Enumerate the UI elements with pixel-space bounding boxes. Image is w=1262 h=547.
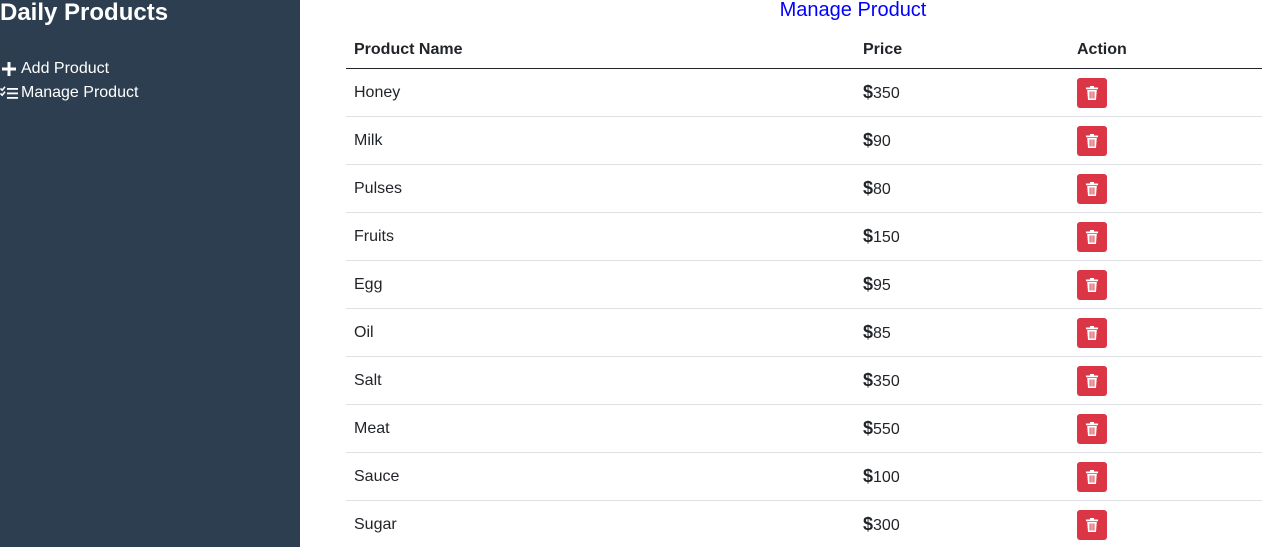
delete-button[interactable] (1077, 510, 1107, 540)
delete-button[interactable] (1077, 414, 1107, 444)
currency-symbol: $ (863, 178, 874, 198)
action-cell (1069, 260, 1262, 309)
trash-icon (1086, 422, 1098, 436)
nav-item-manage-product[interactable]: Manage Product (0, 81, 138, 105)
table-row: Oil $85 (346, 308, 1262, 357)
product-name-cell: Salt (346, 356, 855, 405)
currency-symbol: $ (863, 370, 874, 390)
product-name-cell: Pulses (346, 164, 855, 213)
product-name-cell: Fruits (346, 212, 855, 261)
price-value: 90 (873, 133, 891, 150)
price-cell: $100 (855, 452, 1069, 501)
currency-symbol: $ (863, 82, 874, 102)
price-cell: $90 (855, 116, 1069, 165)
sidebar-nav: Add Product Manage Product (0, 57, 138, 105)
currency-symbol: $ (863, 322, 874, 342)
delete-button[interactable] (1077, 462, 1107, 492)
price-value: 85 (873, 325, 891, 342)
delete-button[interactable] (1077, 318, 1107, 348)
brand-title: Daily Products (0, 0, 169, 26)
price-value: 150 (873, 229, 900, 246)
delete-button[interactable] (1077, 174, 1107, 204)
nav-item-add-product[interactable]: Add Product (0, 57, 138, 81)
delete-button[interactable] (1077, 126, 1107, 156)
product-name-cell: Egg (346, 260, 855, 309)
table-row: Egg $95 (346, 260, 1262, 309)
price-value: 350 (873, 373, 900, 390)
product-name-cell: Sugar (346, 500, 855, 547)
table-body: Honey $350 Milk $90 Pulses $80 Fruits $150 Egg $9… (346, 68, 1262, 547)
delete-button[interactable] (1077, 270, 1107, 300)
price-value: 350 (873, 85, 900, 102)
price-cell: $85 (855, 308, 1069, 357)
action-cell (1069, 404, 1262, 453)
trash-icon (1086, 470, 1098, 484)
table-row: Milk $90 (346, 116, 1262, 165)
price-value: 80 (873, 181, 891, 198)
price-cell: $550 (855, 404, 1069, 453)
delete-button[interactable] (1077, 366, 1107, 396)
sidebar: Daily Products Add Product Manage Produc… (0, 0, 300, 547)
currency-symbol: $ (863, 514, 874, 534)
product-name-cell: Oil (346, 308, 855, 357)
main-content: Manage Product Product Name Price Action… (346, 0, 1262, 547)
currency-symbol: $ (863, 130, 874, 150)
action-cell (1069, 116, 1262, 165)
table-row: Pulses $80 (346, 164, 1262, 213)
nav-item-label: Manage Product (21, 84, 139, 101)
trash-icon (1086, 326, 1098, 340)
products-table: Product Name Price Action Honey $350 Milk $… (346, 32, 1262, 547)
table-header-row: Product Name Price Action (346, 32, 1262, 69)
price-cell: $80 (855, 164, 1069, 213)
column-header-action: Action (1069, 32, 1262, 69)
app: Daily Products Add Product Manage Produc… (0, 0, 1262, 547)
price-cell: $350 (855, 356, 1069, 405)
delete-button[interactable] (1077, 78, 1107, 108)
product-name-cell: Honey (346, 68, 855, 117)
action-cell (1069, 68, 1262, 117)
action-cell (1069, 452, 1262, 501)
trash-icon (1086, 182, 1098, 196)
table-row: Fruits $150 (346, 212, 1262, 261)
plus-icon (0, 60, 18, 78)
currency-symbol: $ (863, 274, 874, 294)
currency-symbol: $ (863, 418, 874, 438)
action-cell (1069, 356, 1262, 405)
price-cell: $95 (855, 260, 1069, 309)
page-title: Manage Product (779, 0, 927, 21)
product-name-cell: Sauce (346, 452, 855, 501)
table-row: Sauce $100 (346, 452, 1262, 501)
column-header-price: Price (855, 32, 1069, 69)
currency-symbol: $ (863, 466, 874, 486)
price-value: 95 (873, 277, 891, 294)
delete-button[interactable] (1077, 222, 1107, 252)
price-cell: $300 (855, 500, 1069, 547)
currency-symbol: $ (863, 226, 874, 246)
action-cell (1069, 308, 1262, 357)
price-value: 550 (873, 421, 900, 438)
trash-icon (1086, 134, 1098, 148)
price-value: 300 (873, 517, 900, 534)
table-row: Salt $350 (346, 356, 1262, 405)
trash-icon (1086, 374, 1098, 388)
price-cell: $350 (855, 68, 1069, 117)
nav-item-label: Add Product (21, 60, 110, 77)
product-name-cell: Milk (346, 116, 855, 165)
trash-icon (1086, 86, 1098, 100)
column-header-product-name: Product Name (346, 32, 855, 69)
price-value: 100 (873, 469, 900, 486)
trash-icon (1086, 278, 1098, 292)
action-cell (1069, 164, 1262, 213)
table-row: Honey $350 (346, 68, 1262, 117)
action-cell (1069, 212, 1262, 261)
trash-icon (1086, 518, 1098, 532)
table-row: Meat $550 (346, 404, 1262, 453)
checklist-icon (0, 84, 18, 102)
price-cell: $150 (855, 212, 1069, 261)
action-cell (1069, 500, 1262, 547)
table-row: Sugar $300 (346, 500, 1262, 547)
trash-icon (1086, 230, 1098, 244)
product-name-cell: Meat (346, 404, 855, 453)
